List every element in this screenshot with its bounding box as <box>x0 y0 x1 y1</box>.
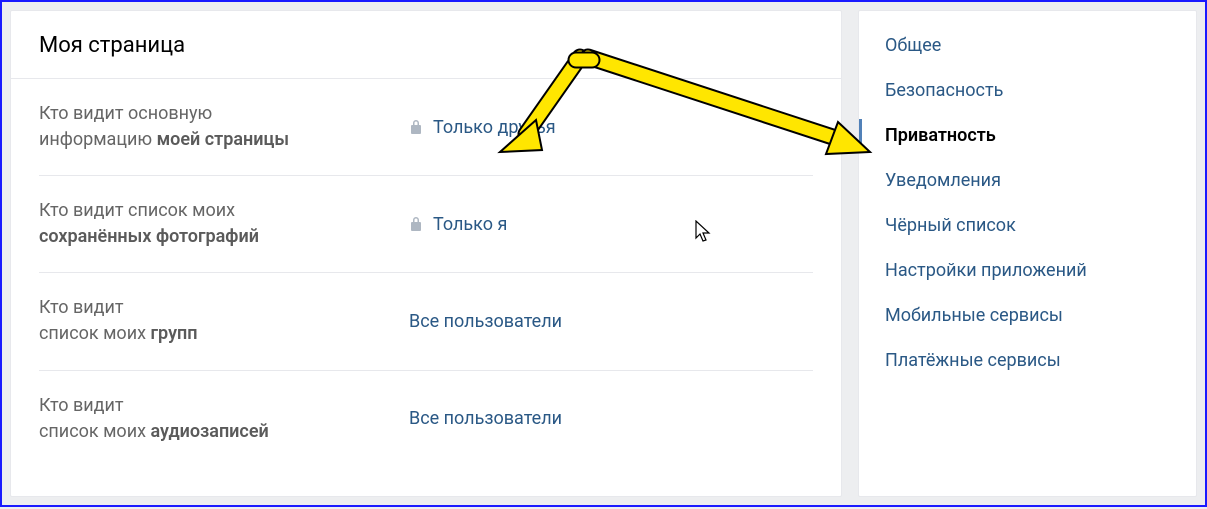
row-label-bold: сохранённых фотографий <box>39 226 259 247</box>
row-value-text: Все пользователи <box>409 408 562 429</box>
sidebar-item-payments[interactable]: Платёжные сервисы <box>859 338 1196 383</box>
sidebar-item-security[interactable]: Безопасность <box>859 68 1196 113</box>
sidebar-item-privacy[interactable]: Приватность <box>859 113 1196 158</box>
sidebar-item-app-settings[interactable]: Настройки приложений <box>859 248 1196 293</box>
row-value-text: Только друзья <box>433 117 556 138</box>
row-label-prefix: Кто видит список моих <box>39 395 150 442</box>
lock-icon <box>409 216 423 232</box>
sidebar-item-label: Безопасность <box>885 80 1003 101</box>
settings-sidebar: Общее Безопасность Приватность Уведомлен… <box>858 10 1197 497</box>
lock-icon <box>409 119 423 135</box>
row-value-selector[interactable]: Только я <box>409 214 507 235</box>
cursor-icon <box>695 220 713 244</box>
sidebar-item-label: Общее <box>885 35 941 56</box>
privacy-row-groups: Кто видит список моих групп Все пользова… <box>39 273 813 370</box>
row-label: Кто видит список моих аудиозаписей <box>39 393 409 445</box>
sidebar-item-label: Приватность <box>885 125 996 146</box>
sidebar-item-label: Платёжные сервисы <box>885 350 1061 371</box>
row-label: Кто видит основную информацию моей стран… <box>39 101 409 153</box>
sidebar-item-label: Настройки приложений <box>885 260 1087 281</box>
sidebar-item-general[interactable]: Общее <box>859 23 1196 68</box>
row-value-selector[interactable]: Все пользователи <box>409 311 562 332</box>
row-label-prefix: Кто видит список моих <box>39 200 235 221</box>
privacy-settings-panel: Моя страница Кто видит основную информац… <box>10 10 842 497</box>
row-label: Кто видит список моих групп <box>39 295 409 347</box>
sidebar-item-notifications[interactable]: Уведомления <box>859 158 1196 203</box>
row-label-bold: моей страницы <box>157 129 289 150</box>
row-value-text: Все пользователи <box>409 311 562 332</box>
row-value-selector[interactable]: Все пользователи <box>409 408 562 429</box>
sidebar-item-blacklist[interactable]: Чёрный список <box>859 203 1196 248</box>
privacy-row-audio: Кто видит список моих аудиозаписей Все п… <box>39 371 813 467</box>
sidebar-item-mobile[interactable]: Мобильные сервисы <box>859 293 1196 338</box>
row-label-bold: групп <box>150 323 197 344</box>
sidebar-item-label: Чёрный список <box>885 215 1016 236</box>
section-title: Моя страница <box>39 33 813 58</box>
section-header: Моя страница <box>11 11 841 79</box>
row-label: Кто видит список моих сохранённых фотогр… <box>39 198 409 250</box>
row-label-bold: аудиозаписей <box>150 421 268 442</box>
privacy-row-basic-info: Кто видит основную информацию моей стран… <box>39 79 813 176</box>
sidebar-item-label: Мобильные сервисы <box>885 305 1063 326</box>
row-label-prefix: Кто видит список моих <box>39 297 150 344</box>
row-value-selector[interactable]: Только друзья <box>409 117 556 138</box>
row-value-text: Только я <box>433 214 507 235</box>
sidebar-item-label: Уведомления <box>885 170 1001 191</box>
